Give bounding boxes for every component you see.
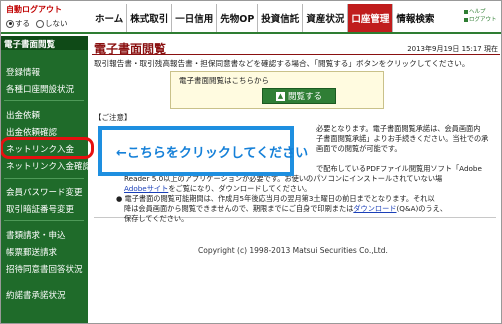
sidebar-item-mail-request[interactable]: 帳票郵送請求 [6,246,57,258]
sidebar-divider [4,100,84,101]
nav-stock-trading[interactable]: 株式取引 [127,4,173,32]
sidebar-item-netlink-deposit-confirm[interactable]: ネットリンク入金確認 [6,160,91,172]
adobe-site-link[interactable]: Adobeサイト [124,184,168,193]
auto-logout-title: 自動ログアウト [6,5,62,14]
highlight-oval [0,137,94,159]
main-content: 電子書面閲覧 2013年9月19日 15:17 現在 取引報告書・取引残高報告書… [88,36,502,324]
logout-link[interactable]: ログアウト [464,16,500,24]
main-nav: ホーム 株式取引 一日信用 先物OP 投資信託 資産状況 口座管理 情報検索 [92,4,437,32]
instruction-callout-text: ←こちらをクリックしてください [116,146,309,161]
page-description: 取引報告書・取引残高報告書・担保同意書などを確認する場合、「閲覧する」ボタンをク… [94,59,470,68]
radio-selected-icon[interactable] [6,19,14,28]
square-bullet-icon [464,10,468,14]
auto-logout-radios: する しない [6,18,68,29]
nav-asset-status[interactable]: 資産状況 [303,4,349,32]
auto-logout-on-label: する [15,19,30,28]
note-line: で配布しているPDFファイル閲覧用ソフト「Adobe [316,164,482,173]
help-link[interactable]: ヘルプ [464,8,500,16]
download-help-link[interactable]: ダウンロード [353,204,396,213]
radio-unselected-icon[interactable] [36,19,44,28]
view-documents-panel: 電子書面閲覧はこちらから ▲ 閲覧する [170,71,384,109]
nav-account-management[interactable]: 口座管理 [348,4,394,32]
view-button-label: 閲覧する [287,92,322,102]
auto-logout-on-radio[interactable]: する [6,18,30,29]
sidebar-title[interactable]: 電子書面閲覧 [0,36,88,50]
auto-logout-panel: 自動ログアウト する しない [2,2,88,32]
square-bullet-icon [464,18,468,22]
help-logout-links: ヘルプ ログアウト [464,8,500,24]
note-line: Adobeサイトをご覧になり、ダウンロードしてください。 [124,184,312,193]
nav-futures-options[interactable]: 先物OP [217,4,259,32]
note-line: 画面での閲覧が可能です。 [316,144,402,153]
top-bar: 自動ログアウト する しない ホーム 株式取引 一日信用 先物OP 投資信託 資… [0,0,502,34]
sidebar-item-pin-change[interactable]: 取引暗証番号変更 [6,203,74,215]
nav-home[interactable]: ホーム [92,4,128,32]
sidebar-item-agreement-status[interactable]: 約諾書承諾状況 [6,289,66,301]
sidebar-item-document-request[interactable]: 書類請求・申込 [6,229,66,241]
view-button[interactable]: ▲ 閲覧する [262,88,336,104]
nav-investment-trust[interactable]: 投資信託 [258,4,304,32]
help-label[interactable]: ヘルプ [469,8,486,16]
copyright: Copyright (c) 1998-2013 Matsui Securitie… [198,246,388,255]
note-line: 子書面閲覧承諾」よりお手続きください。当社での承 [316,134,489,143]
nav-info-search[interactable]: 情報検索 [393,4,437,32]
note-line: ● 電子書面の閲覧可能期間は、作成月5年後応当月の翌月第3土曜日の前日までとなり… [116,194,435,203]
sidebar-divider [4,178,84,179]
auto-logout-off-label: しない [45,19,68,28]
sidebar: 電子書面閲覧 登録情報 各種口座開設状況 出金依頼 出金依頼確認 ネットリンク入… [0,36,91,324]
sidebar-item-consent-status[interactable]: 招待同意書回答状況 [6,263,83,275]
title-divider [92,54,500,55]
timestamp: 2013年9月19日 15:17 現在 [407,45,498,53]
note-line: 必要となります。電子書面閲覧承諾は、会員画面内 [316,124,481,133]
sidebar-item-account-opening-status[interactable]: 各種口座開設状況 [6,83,74,95]
note-line: 保存してください。 [124,214,189,223]
note-line: 降は会員画面から閲覧できませんので、期限までにご自身で印刷またはダウンロード(Q… [124,204,448,213]
logout-label[interactable]: ログアウト [469,16,497,24]
instruction-callout: ←こちらをクリックしてください [98,126,308,176]
sidebar-item-withdrawal-request[interactable]: 出金依頼 [6,109,40,121]
nav-day-margin[interactable]: 一日信用 [172,4,218,32]
view-documents-label: 電子書面閲覧はこちらから [179,76,269,85]
arrow-up-icon: ▲ [275,91,285,101]
sidebar-item-registration-info[interactable]: 登録情報 [6,66,40,78]
sidebar-item-password-change[interactable]: 会員パスワード変更 [6,186,83,198]
sidebar-divider [4,220,84,221]
auto-logout-off-radio[interactable]: しない [36,18,68,29]
